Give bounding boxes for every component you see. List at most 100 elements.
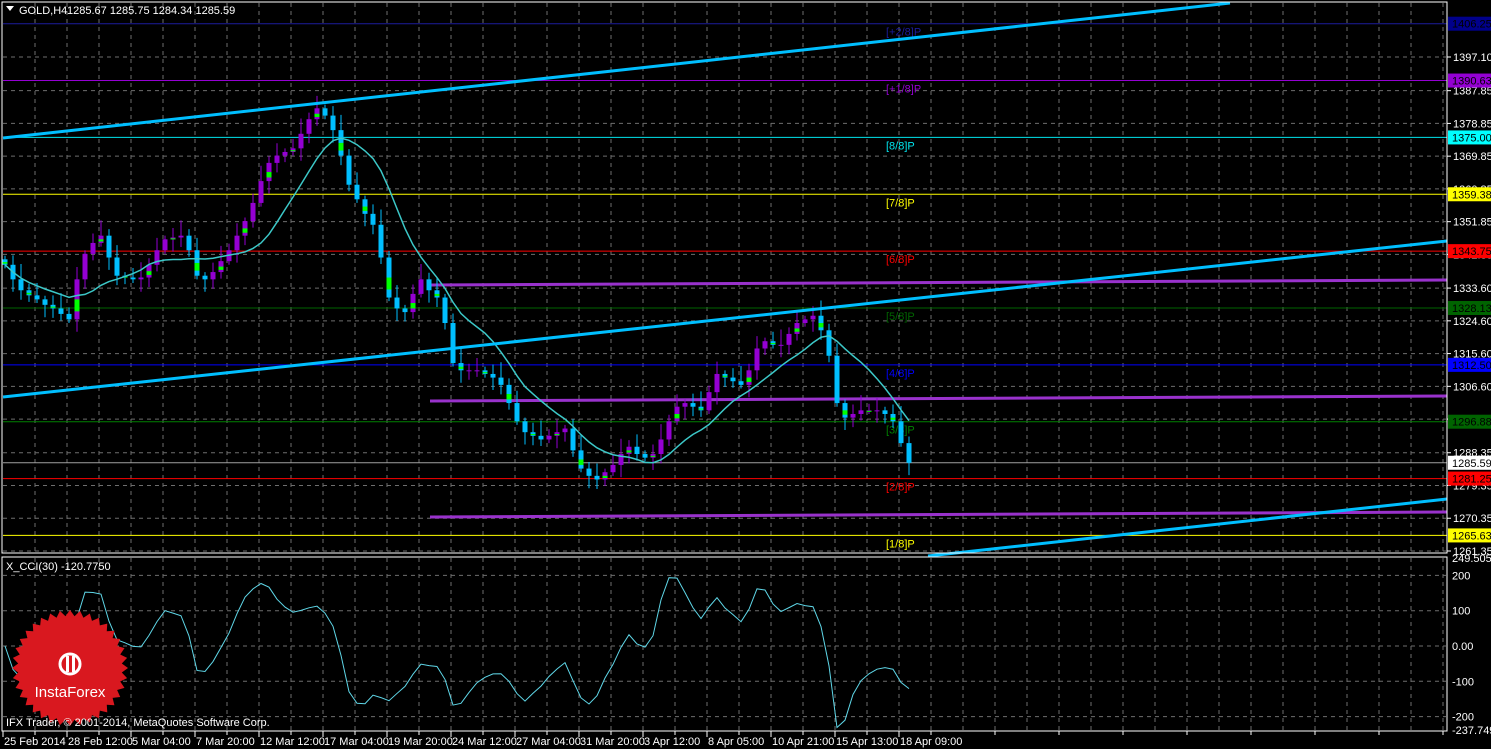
candle	[346, 149, 352, 192]
time-tick-label: 19 Mar 20:00	[388, 736, 453, 748]
candle-accent	[26, 292, 32, 295]
time-tick-label: 15 Apr 13:00	[836, 736, 898, 748]
price-chart[interactable]: 1397.101387.851378.851369.851360.851351.…	[0, 0, 1491, 749]
cci-axis-label: -200	[1452, 712, 1474, 724]
candle	[234, 223, 240, 263]
candle	[266, 156, 272, 194]
murrey-level-label: [1/8]P	[886, 538, 915, 550]
candle-body	[754, 348, 760, 371]
candle-accent	[74, 299, 80, 312]
cci-line	[4, 577, 910, 729]
price-tick-label: 1333.60	[1453, 283, 1491, 295]
instaforex-logo: InstaForex	[12, 610, 128, 726]
time-tick-label: 25 Feb 2014	[4, 736, 66, 748]
candle	[58, 293, 64, 321]
candle	[338, 114, 344, 166]
candle-accent	[698, 408, 704, 410]
candle	[282, 148, 288, 163]
price-tick-label: 1351.85	[1453, 217, 1491, 229]
candle-accent	[410, 302, 416, 309]
candle	[378, 209, 384, 265]
candle	[482, 366, 488, 378]
candle-accent	[842, 410, 848, 415]
candle-accent	[218, 266, 224, 270]
candle	[90, 233, 96, 261]
candle-body	[858, 410, 864, 414]
candle-accent	[266, 171, 272, 178]
candle-accent	[554, 434, 560, 436]
candle-body	[658, 439, 664, 455]
murrey-levels: [+2/8]P[+1/8]P[8/8]P[7/8]P[6/8]P[5/8]P[4…	[3, 23, 1447, 550]
candle	[602, 468, 608, 487]
candle	[26, 283, 32, 302]
price-tick-label: 1306.60	[1453, 381, 1491, 393]
candle	[722, 370, 728, 388]
candle-accent	[458, 366, 464, 369]
candle	[106, 229, 112, 270]
candle	[82, 250, 88, 289]
candle	[650, 444, 656, 471]
candle-accent	[722, 375, 728, 377]
candle-body	[882, 410, 888, 414]
candle	[658, 424, 664, 464]
price-tag-label: 1328.13	[1452, 303, 1491, 315]
candle-accent	[2, 262, 8, 264]
candle-accent	[866, 410, 872, 412]
candle	[98, 220, 104, 247]
channel-line-middle[interactable]	[429, 394, 1448, 403]
candle-accent	[890, 417, 896, 420]
cci-axis-label: -237.7497	[1452, 725, 1491, 737]
murrey-level-label: [8/8]P	[886, 140, 915, 152]
candle-body	[330, 115, 336, 131]
candle	[186, 229, 192, 257]
candle-body	[202, 275, 208, 280]
candle	[386, 250, 392, 302]
price-tick-label: 1397.10	[1453, 52, 1491, 64]
candle-body	[50, 304, 56, 309]
candle-accent	[770, 343, 776, 345]
main-panel-border	[1, 1, 1448, 554]
price-tag-label: 1359.38	[1452, 189, 1491, 201]
candle	[210, 262, 216, 289]
candle	[42, 295, 48, 318]
candle	[178, 220, 184, 247]
candle	[370, 204, 376, 235]
channel-line-upper[interactable]	[429, 278, 1448, 287]
copyright-text: IFX Trader, © 2001-2014, MetaQuotes Soft…	[6, 717, 270, 729]
candle-accent	[506, 393, 512, 400]
price-tag-label: 1375.00	[1452, 132, 1491, 144]
cci-axis-label: 0.00	[1452, 641, 1473, 653]
time-tick-label: 17 Mar 04:00	[324, 736, 389, 748]
candle	[434, 277, 440, 307]
candle	[610, 455, 616, 476]
cci-axis-label: 100	[1452, 606, 1470, 618]
candle	[442, 293, 448, 330]
price-tag-label: 1343.75	[1452, 246, 1491, 258]
murrey-level-label: [+1/8]P	[886, 84, 921, 96]
time-tick-label: 3 Apr 12:00	[644, 736, 700, 748]
candle	[882, 406, 888, 424]
collapse-triangle-icon[interactable]	[6, 6, 14, 11]
candle	[786, 327, 792, 355]
candle	[522, 417, 528, 445]
candle-body	[82, 253, 88, 280]
murrey-level-label: [5/8]P	[886, 311, 915, 323]
time-tick-label: 12 Mar 12:00	[260, 736, 325, 748]
time-tick-label: 7 Mar 20:00	[196, 736, 255, 748]
candle	[202, 272, 208, 292]
candle-body	[786, 333, 792, 345]
candle	[818, 300, 824, 340]
price-tag-label: 1296.88	[1452, 417, 1491, 429]
candle	[538, 420, 544, 447]
candle-accent	[674, 413, 680, 419]
price-tag-label: 1406.25	[1452, 19, 1491, 31]
candle	[50, 295, 56, 318]
candle-accent	[626, 450, 632, 453]
candle	[842, 399, 848, 430]
candle-accent	[602, 475, 608, 479]
candle-body	[274, 155, 280, 163]
candle-accent	[242, 228, 248, 233]
candle	[402, 304, 408, 322]
candle	[906, 436, 912, 476]
symbol-label: GOLD,H4	[19, 5, 67, 17]
